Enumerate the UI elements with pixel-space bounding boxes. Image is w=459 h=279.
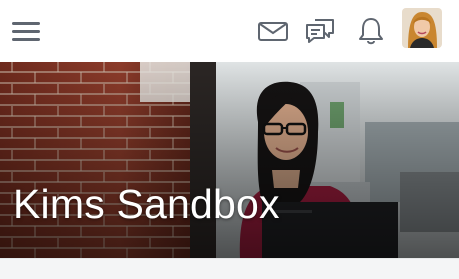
envelope-icon[interactable] (256, 14, 290, 48)
banner-image (0, 62, 459, 258)
content-area (0, 258, 459, 279)
course-title: Kims Sandbox (13, 181, 280, 227)
top-navigation-bar (0, 0, 459, 62)
hamburger-menu-icon[interactable] (12, 20, 42, 42)
course-banner[interactable]: Kims Sandbox (0, 62, 459, 258)
bell-icon[interactable] (354, 14, 388, 48)
user-avatar[interactable] (402, 8, 442, 48)
chat-bubbles-icon[interactable] (303, 14, 337, 48)
